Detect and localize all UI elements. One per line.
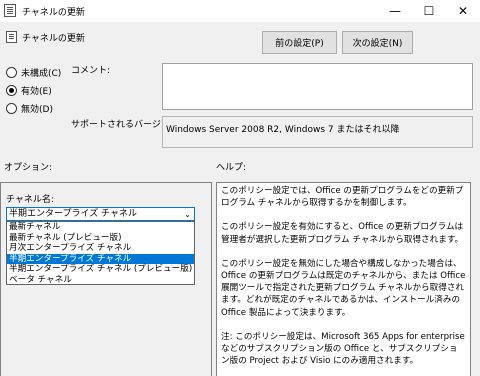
radio-disabled-circle[interactable] [6, 103, 17, 114]
radio-enabled-circle[interactable] [6, 85, 17, 96]
radio-enabled-label: 有効(E) [21, 87, 52, 97]
dropdown-item-semi-annual-preview[interactable]: 半期エンタープライズ チャネル (プレビュー版) [7, 264, 194, 275]
comment-label: コメント: [71, 66, 111, 76]
dropdown-item-current-preview[interactable]: 最新チャネル (プレビュー版) [7, 233, 194, 244]
help-text-pane: このポリシー設定では、Office の更新プログラムをどの更新プログラム チャネ… [216, 182, 471, 376]
channel-name-selected-value: 半期エンタープライズ チャネル [9, 209, 137, 219]
supported-on-value: Windows Server 2008 R2, Windows 7 またはそれ以… [166, 125, 400, 135]
radio-disabled-label: 無効(D) [21, 105, 53, 115]
dropdown-item-semi-annual-enterprise[interactable]: 半期エンタープライズ チャネル [7, 253, 194, 264]
policy-app-icon [4, 4, 16, 17]
minimize-button[interactable]: — [378, 0, 412, 22]
options-label: オプション: [4, 163, 53, 173]
radio-not-configured-label: 未構成(C) [21, 69, 62, 79]
previous-setting-button[interactable]: 前の設定(P) [262, 31, 337, 54]
comment-input[interactable] [162, 63, 473, 110]
radio-disabled[interactable]: 無効(D) [6, 102, 53, 115]
radio-not-configured-circle[interactable] [6, 67, 17, 78]
dropdown-item-current[interactable]: 最新チャネル [7, 222, 194, 233]
maximize-button[interactable]: ☐ [412, 0, 446, 22]
channel-name-label: チャネル名: [6, 195, 54, 205]
setting-title: チャネルの更新 [22, 34, 85, 44]
help-paragraph: 注: このポリシー設定は、Microsoft 365 Apps for ente… [221, 331, 465, 367]
supported-on-field: Windows Server 2008 R2, Windows 7 またはそれ以… [162, 116, 473, 148]
dropdown-item-monthly-enterprise[interactable]: 月次エンタープライズ チャネル [7, 243, 194, 254]
close-button[interactable]: ✕ [446, 0, 480, 22]
next-setting-button[interactable]: 次の設定(N) [342, 31, 413, 54]
channel-dropdown-list[interactable]: 最新チャネル 最新チャネル (プレビュー版) 月次エンタープライズ チャネル 半… [6, 221, 195, 285]
help-label: ヘルプ: [216, 163, 247, 173]
policy-setting-icon [6, 31, 17, 43]
title-bar: チャネルの更新 — ☐ ✕ [0, 0, 480, 22]
help-paragraph: このポリシー設定を無効にした場合や構成しなかった場合は、Office の更新プロ… [221, 258, 466, 318]
help-paragraph: このポリシー設定では、Office の更新プログラムをどの更新プログラム チャネ… [221, 186, 464, 209]
radio-enabled[interactable]: 有効(E) [6, 84, 52, 97]
dropdown-item-beta[interactable]: ベータ チャネル [7, 275, 194, 286]
radio-not-configured[interactable]: 未構成(C) [6, 66, 61, 79]
channel-name-select[interactable]: 半期エンタープライズ チャネル ⌄ [6, 207, 195, 221]
help-paragraph: このポリシー設定を有効にすると、Office の更新プログラムは管理者が選択した… [221, 222, 464, 245]
chevron-down-icon[interactable]: ⌄ [184, 209, 191, 221]
window-title: チャネルの更新 [22, 8, 85, 18]
